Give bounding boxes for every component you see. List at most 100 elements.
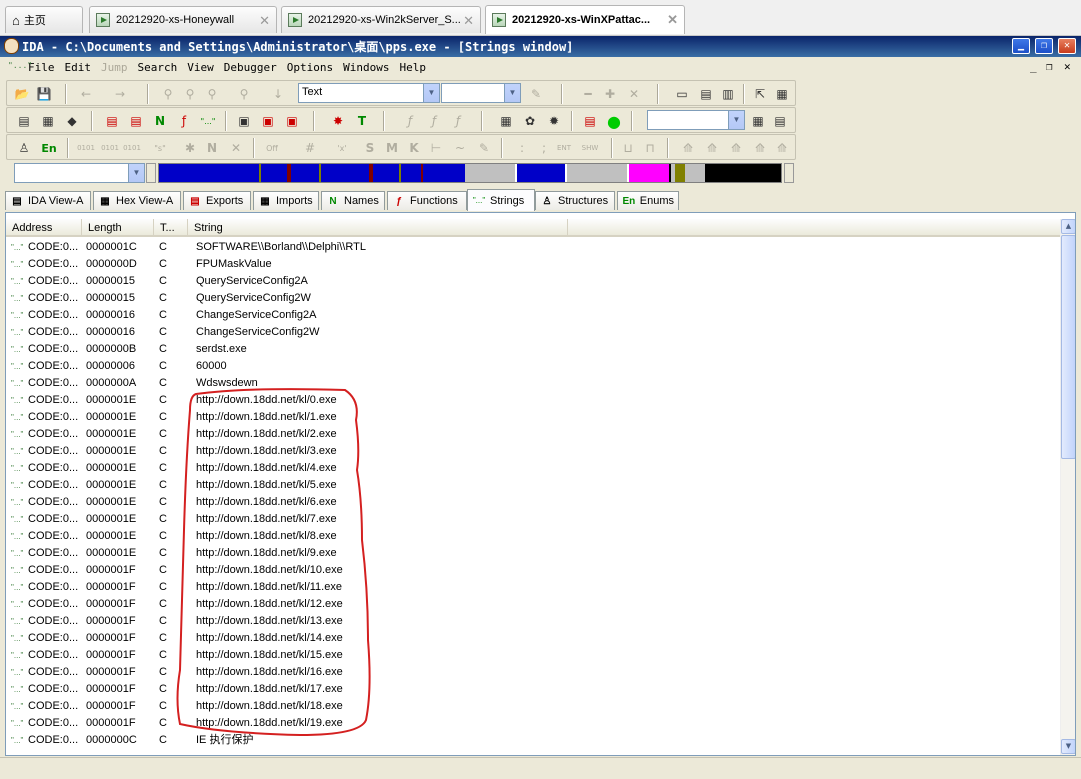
mdi-minimize-button[interactable]: _ bbox=[1030, 60, 1037, 73]
diamond-icon[interactable]: ◆ bbox=[63, 112, 81, 130]
search-text-icon[interactable]: ⚲ bbox=[203, 85, 221, 103]
star-icon[interactable]: ✱ bbox=[181, 139, 199, 157]
tilde-icon[interactable]: ~ bbox=[451, 139, 469, 157]
jump-down-icon[interactable]: ↓ bbox=[269, 85, 287, 103]
exports-icon[interactable]: ▤ bbox=[103, 112, 121, 130]
navigator-right-handle[interactable] bbox=[784, 163, 794, 183]
vm-tab-honeywall[interactable]: 20212920-xs-Honeywall ✕ bbox=[89, 6, 277, 33]
table-row[interactable]: "..." CODE:0... 0000001F Chttp://down.18dd.… bbox=[6, 630, 1061, 647]
table-row[interactable]: "..." CODE:0... 0000001E Chttp://down.18dd.… bbox=[6, 460, 1061, 477]
call-graph-icon[interactable]: ⟰ bbox=[703, 139, 721, 157]
table-row[interactable]: "..." CODE:0... 0000001E Chttp://down.18dd.… bbox=[6, 443, 1061, 460]
table-row[interactable]: "..." CODE:0... 0000001F Chttp://down.18dd.… bbox=[6, 698, 1061, 715]
window-tile-horizontal-icon[interactable]: ▤ bbox=[697, 85, 715, 103]
text-combo[interactable]: Text ▼ bbox=[298, 83, 440, 103]
vertical-scrollbar[interactable]: ▲ ▼ bbox=[1060, 219, 1075, 755]
close-icon[interactable]: ✕ bbox=[463, 13, 474, 29]
mdi-restore-button[interactable]: ❐ bbox=[1046, 60, 1053, 73]
open-icon[interactable]: 📂 bbox=[13, 85, 31, 103]
navigation-band[interactable] bbox=[158, 163, 782, 183]
window-cascade-icon[interactable]: ▭ bbox=[673, 85, 691, 103]
binoculars-icon[interactable]: ⚲ bbox=[159, 85, 177, 103]
show-comment-icon[interactable]: SHW bbox=[581, 139, 599, 157]
table-row[interactable]: "..." CODE:0... 0000001E Chttp://down.18dd.… bbox=[6, 528, 1061, 545]
menu-jump[interactable]: Jump bbox=[101, 61, 128, 74]
window-resize-icon[interactable]: ⇱ bbox=[751, 85, 769, 103]
menu-view[interactable]: View bbox=[187, 61, 214, 74]
collapse-icon[interactable]: ⊔ bbox=[619, 139, 637, 157]
notepad-icon[interactable]: ▤ bbox=[581, 112, 599, 130]
chevron-down-icon[interactable]: ▼ bbox=[423, 84, 439, 102]
column-header-type[interactable]: T... bbox=[154, 219, 188, 237]
mdi-close-button[interactable]: ✕ bbox=[1064, 60, 1071, 73]
table-row[interactable]: "..." CODE:0... 0000001E Chttp://down.18dd.… bbox=[6, 392, 1061, 409]
xref-to-icon[interactable]: ⟰ bbox=[727, 139, 745, 157]
tab-hex-view-a[interactable]: ▦ Hex View-A bbox=[93, 191, 181, 210]
search-combo[interactable]: ▼ bbox=[441, 83, 521, 103]
navigator-left-handle[interactable] bbox=[146, 163, 156, 183]
tab-structures[interactable]: ♙ Structures bbox=[535, 191, 615, 210]
bug-icon[interactable]: ✸ bbox=[329, 112, 347, 130]
table-row[interactable]: "..." CODE:0... 0000000D C FPUMaskValue bbox=[6, 256, 1061, 273]
pen-icon[interactable]: ✎ bbox=[527, 85, 545, 103]
hex-view-icon[interactable]: ▦ bbox=[39, 112, 57, 130]
tab-functions[interactable]: ƒ Functions bbox=[387, 191, 467, 210]
string-literal-icon[interactable]: "s" bbox=[151, 139, 169, 157]
maximize-button[interactable]: ❐ bbox=[1035, 38, 1053, 54]
functions-icon[interactable]: ƒ bbox=[175, 112, 193, 130]
table-row[interactable]: "..." CODE:0... 00000016 C ChangeServiceConf… bbox=[6, 324, 1061, 341]
imports-icon[interactable]: ▤ bbox=[127, 112, 145, 130]
table-row[interactable]: "..." CODE:0... 0000001E Chttp://down.18dd.… bbox=[6, 477, 1061, 494]
offset-icon[interactable]: 0101 bbox=[123, 139, 141, 157]
chevron-down-icon[interactable]: ▼ bbox=[128, 164, 144, 182]
chevron-down-icon[interactable]: ▼ bbox=[728, 111, 744, 129]
flowchart-icon[interactable]: ⟰ bbox=[679, 139, 697, 157]
char-icon[interactable]: 'x' bbox=[333, 139, 351, 157]
gear-icon[interactable]: ✹ bbox=[545, 112, 563, 130]
calculator-icon[interactable]: ▦ bbox=[497, 112, 515, 130]
expand-icon[interactable]: ⊓ bbox=[641, 139, 659, 157]
semicolon-icon[interactable]: ; bbox=[535, 139, 553, 157]
tab-names[interactable]: N Names bbox=[321, 191, 385, 210]
function-edit-icon[interactable]: ƒ bbox=[425, 112, 443, 130]
binary-icon[interactable]: 0101 bbox=[77, 139, 95, 157]
tab-exports[interactable]: ▤ Exports bbox=[183, 191, 251, 210]
close-button[interactable]: ✕ bbox=[1058, 38, 1076, 54]
vm-tab-win2kserver[interactable]: 20212920-xs-Win2kServer_S... ✕ bbox=[281, 6, 481, 33]
scroll-up-button[interactable]: ▲ bbox=[1061, 219, 1075, 234]
table-row[interactable]: "..." CODE:0... 00000006 C 60000 bbox=[6, 358, 1061, 375]
xref-from-icon[interactable]: ⟰ bbox=[751, 139, 769, 157]
window-tile-vertical-icon[interactable]: ▥ bbox=[719, 85, 737, 103]
plus-icon[interactable]: ✚ bbox=[601, 85, 619, 103]
bit-icon[interactable]: ⊢ bbox=[427, 139, 445, 157]
table-row[interactable]: "..." CODE:0... 0000001F Chttp://down.18dd.… bbox=[6, 579, 1061, 596]
table-row[interactable]: "..." CODE:0... 0000001F Chttp://down.18dd.… bbox=[6, 681, 1061, 698]
menu-options[interactable]: Options bbox=[287, 61, 333, 74]
data-icon[interactable]: 0101 bbox=[101, 139, 119, 157]
menu-windows[interactable]: Windows bbox=[343, 61, 389, 74]
table-row[interactable]: "..." CODE:0... 0000000C C IE 执行保护 bbox=[6, 732, 1061, 749]
segment-s-icon[interactable]: S bbox=[361, 139, 379, 157]
table-row[interactable]: "..." CODE:0... 00000015 C QueryServiceConfi… bbox=[6, 290, 1061, 307]
menu-search[interactable]: Search bbox=[138, 61, 178, 74]
undefine-icon[interactable]: ✕ bbox=[227, 139, 245, 157]
segments-icon[interactable]: ▣ bbox=[235, 112, 253, 130]
forward-icon[interactable]: → bbox=[111, 85, 129, 103]
table-row[interactable]: "..." CODE:0... 00000015 C QueryServiceConfi… bbox=[6, 273, 1061, 290]
structures-icon[interactable]: ▣ bbox=[259, 112, 277, 130]
back-icon[interactable]: ← bbox=[77, 85, 95, 103]
column-header-address[interactable]: Address bbox=[6, 219, 82, 237]
debugger-detach-icon[interactable]: ▤ bbox=[771, 112, 789, 130]
run-status-icon[interactable]: ● bbox=[605, 112, 623, 131]
menu-help[interactable]: Help bbox=[399, 61, 426, 74]
en-icon[interactable]: En bbox=[37, 139, 61, 157]
function-f-icon[interactable]: ƒ bbox=[401, 112, 419, 130]
table-row[interactable]: "..." CODE:0... 0000001F Chttp://down.18dd.… bbox=[6, 596, 1061, 613]
table-row[interactable]: "..." CODE:0... 0000001E Chttp://down.18dd.… bbox=[6, 545, 1061, 562]
number-icon[interactable]: # bbox=[301, 139, 319, 157]
table-row[interactable]: "..." CODE:0... 0000001F Chttp://down.18dd.… bbox=[6, 647, 1061, 664]
table-row[interactable]: "..." CODE:0... 0000001F Chttp://down.18dd.… bbox=[6, 613, 1061, 630]
enter-comment-icon[interactable]: ENT bbox=[555, 139, 573, 157]
tab-imports[interactable]: ▦ Imports bbox=[253, 191, 319, 210]
column-header-string[interactable]: String bbox=[188, 219, 568, 237]
